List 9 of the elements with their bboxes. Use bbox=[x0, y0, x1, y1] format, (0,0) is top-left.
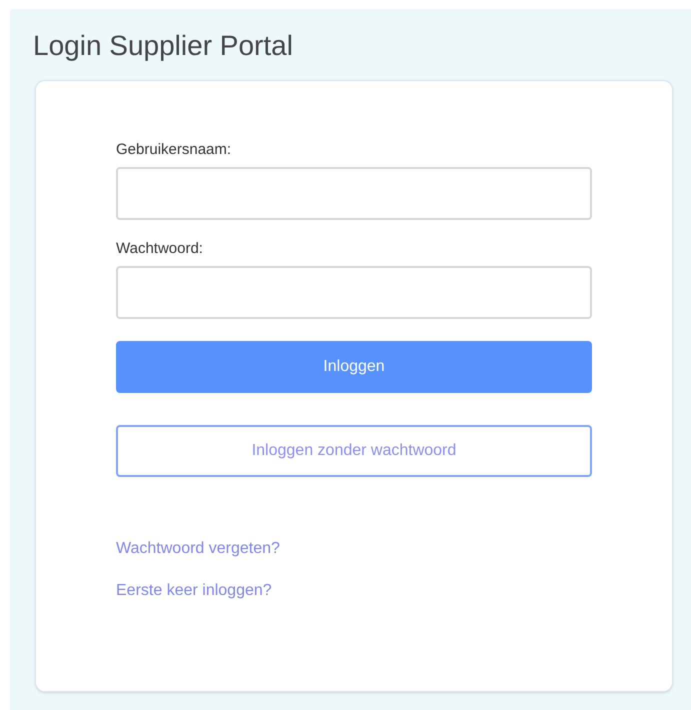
page-title: Login Supplier Portal bbox=[33, 29, 293, 63]
login-button[interactable]: Inloggen bbox=[116, 341, 592, 393]
input-field[interactable] bbox=[116, 266, 592, 319]
secondary-button[interactable]: Inloggen zonder wachtwoord bbox=[116, 425, 592, 477]
input-field[interactable] bbox=[116, 167, 592, 220]
text-link[interactable]: Eerste keer inloggen? bbox=[116, 581, 272, 601]
field-label: Wachtwoord: bbox=[116, 240, 203, 258]
text-link[interactable]: Wachtwoord vergeten? bbox=[116, 539, 280, 559]
field-label: Gebruikersnaam: bbox=[116, 141, 232, 159]
